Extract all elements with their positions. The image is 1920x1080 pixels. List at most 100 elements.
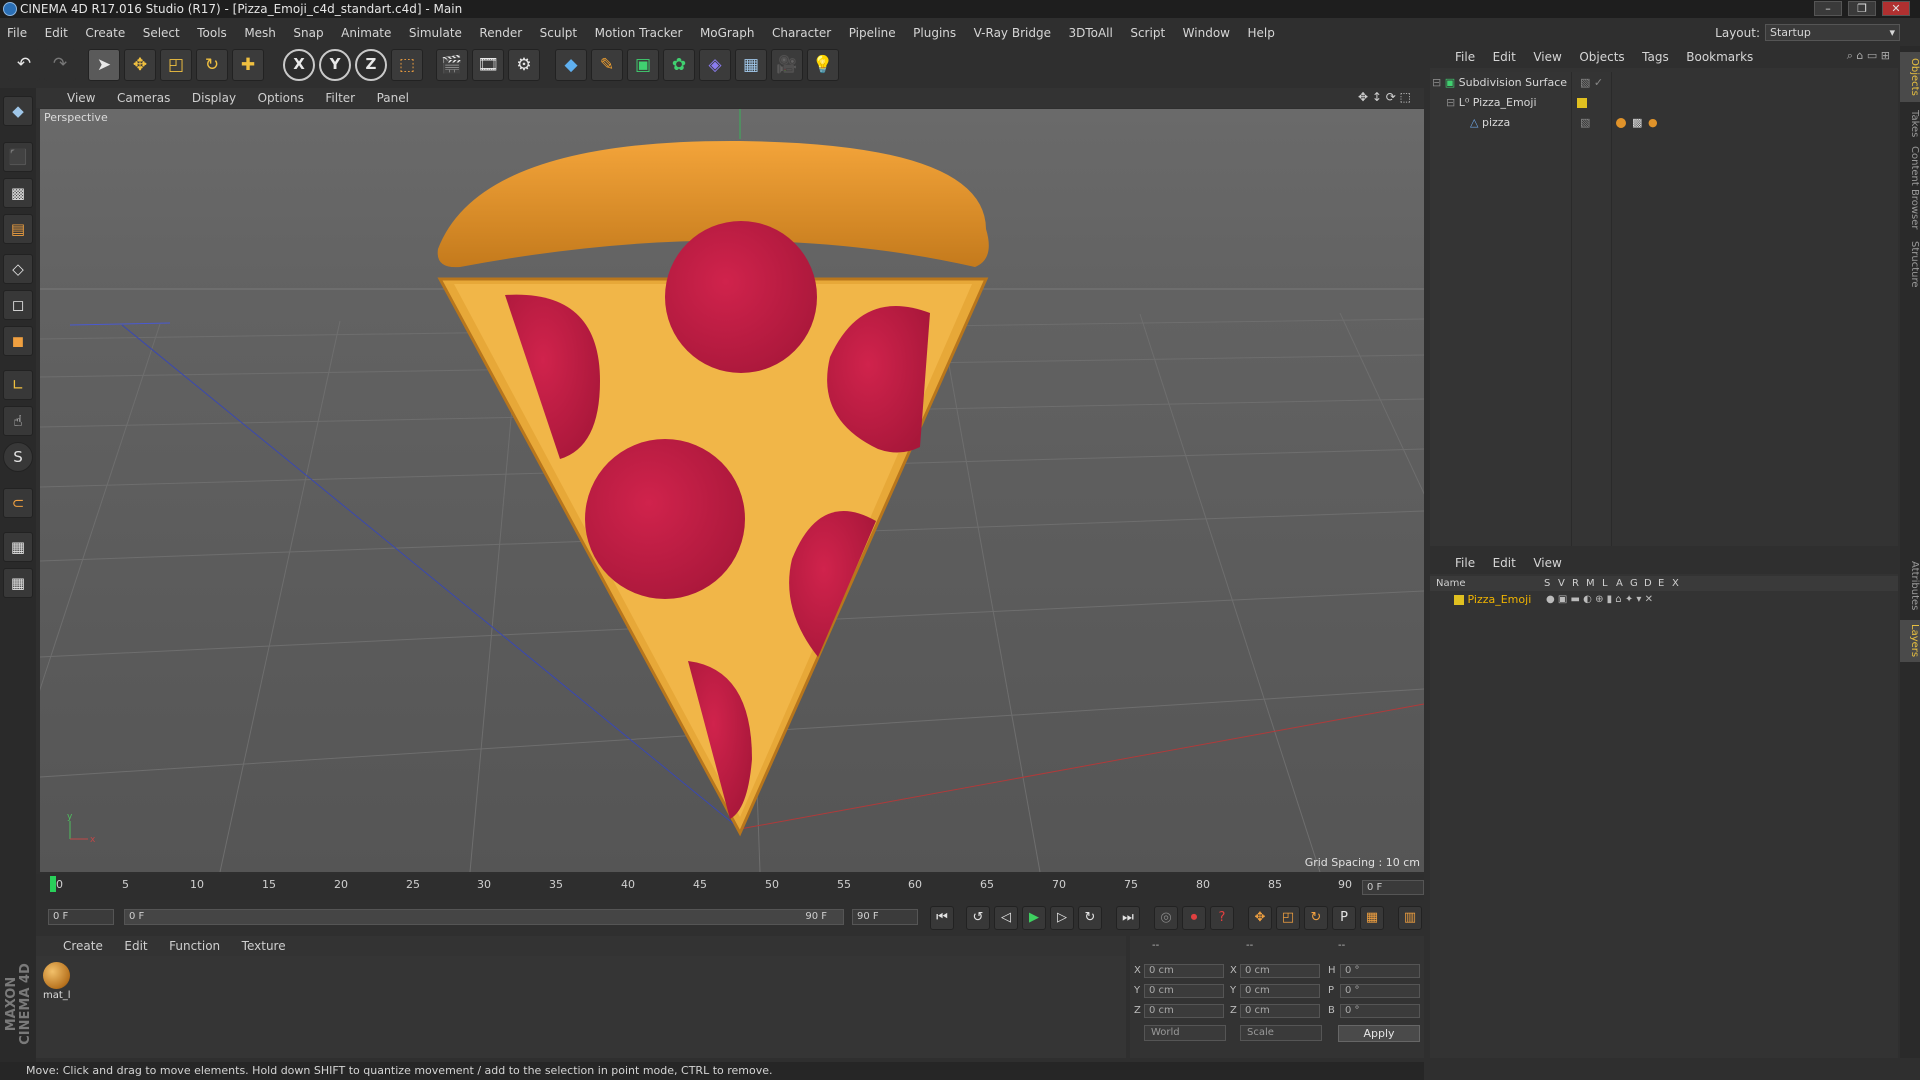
axis-y-icon[interactable]: Y [319, 49, 351, 81]
camera-icon[interactable]: 🎥 [771, 49, 803, 81]
transform-icon[interactable]: ✚ [232, 49, 264, 81]
layer-col-g[interactable]: G [1630, 576, 1638, 591]
menu-snap[interactable]: Snap [286, 22, 330, 44]
perspective-viewport[interactable]: y x [40, 109, 1424, 872]
menu-pipeline[interactable]: Pipeline [842, 22, 903, 44]
minimize-button[interactable]: – [1814, 1, 1842, 16]
render-view-icon[interactable]: 🎬 [436, 49, 468, 81]
edges-mode-icon[interactable]: ◻ [3, 290, 33, 320]
menu-script[interactable]: Script [1123, 22, 1172, 44]
magnet-icon[interactable]: ⊂ [3, 488, 33, 518]
viewport-menu-options[interactable]: Options [249, 88, 313, 108]
subdivision-icon[interactable]: ▣ [627, 49, 659, 81]
object-name[interactable]: Pizza_Emoji [1473, 96, 1537, 109]
menu-file[interactable]: File [0, 22, 34, 44]
model-mode-icon[interactable]: ⬛ [3, 142, 33, 172]
layers-menu-edit[interactable]: Edit [1486, 552, 1523, 574]
scale-icon[interactable]: ◰ [160, 49, 192, 81]
menu-animate[interactable]: Animate [334, 22, 398, 44]
material-menu-texture[interactable]: Texture [233, 936, 295, 956]
undo-icon[interactable]: ↶ [8, 49, 40, 81]
range-slider[interactable]: 0 F 90 F [124, 909, 844, 925]
menu-render[interactable]: Render [472, 22, 529, 44]
maximize-icon[interactable]: ⬚ [1400, 90, 1411, 104]
axis-x-icon[interactable]: X [283, 49, 315, 81]
material-tag-icon[interactable] [1616, 113, 1626, 132]
layer-row[interactable]: Pizza_Emoji ● ▣ ▬ ◐ ⊕ ▮ ⌂ ✦ ▾ ✕ [1432, 591, 1896, 608]
layers-menu-view[interactable]: View [1526, 552, 1568, 574]
tab-takes[interactable]: Takes [1900, 106, 1920, 142]
menu-simulate[interactable]: Simulate [402, 22, 469, 44]
current-frame-field[interactable]: 0 F [1362, 880, 1424, 895]
polygons-mode-icon[interactable]: ◼ [3, 326, 33, 356]
make-editable-icon[interactable]: ◆ [3, 96, 33, 126]
size-z-field[interactable]: 0 cm [1240, 1004, 1320, 1018]
rotate-icon[interactable]: ↻ [196, 49, 228, 81]
axis-mode-icon[interactable]: ∟ [3, 370, 33, 400]
viewport-menu-filter[interactable]: Filter [316, 88, 364, 108]
layer-col-x[interactable]: X [1672, 576, 1679, 591]
lock-workplane-icon[interactable]: ▦ [3, 532, 33, 562]
collapse-icon[interactable]: ⊟ [1432, 76, 1441, 89]
menu-window[interactable]: Window [1176, 22, 1237, 44]
redo-icon[interactable]: ↷ [44, 49, 76, 81]
axis-z-icon[interactable]: Z [355, 49, 387, 81]
coordinate-system-icon[interactable]: ⬚ [391, 49, 423, 81]
position-y-field[interactable]: 0 cm [1144, 984, 1224, 998]
menu-sculpt[interactable]: Sculpt [533, 22, 584, 44]
phong-tag-icon[interactable]: ● [1648, 113, 1658, 132]
objects-menu-tags[interactable]: Tags [1635, 46, 1676, 68]
material-menu-edit[interactable]: Edit [115, 936, 156, 956]
position-x-field[interactable]: 0 cm [1144, 964, 1224, 978]
snap-icon[interactable]: S [3, 442, 33, 472]
go-to-start-icon[interactable]: ⏮ [930, 906, 954, 930]
menu-vray-bridge[interactable]: V-Ray Bridge [967, 22, 1058, 44]
orbit-icon[interactable]: ⟳ [1386, 90, 1396, 104]
maximize-button[interactable]: ❐ [1848, 1, 1876, 16]
cube-icon[interactable]: ◆ [555, 49, 587, 81]
layer-col-s[interactable]: S [1544, 576, 1550, 591]
material-preview-ball[interactable] [43, 962, 70, 989]
light-icon[interactable]: 💡 [807, 49, 839, 81]
object-row[interactable]: △ pizza ▧ ▩ ● [1432, 113, 1896, 132]
layer-col-v[interactable]: V [1558, 576, 1565, 591]
layer-col-e[interactable]: E [1658, 576, 1664, 591]
visibility-dots-icon[interactable]: ▧ [1580, 113, 1590, 132]
mograph-cloner-icon[interactable]: ✿ [663, 49, 695, 81]
menu-3dtoall[interactable]: 3DToAll [1061, 22, 1119, 44]
planar-workplane-icon[interactable]: ▦ [3, 568, 33, 598]
menu-plugins[interactable]: Plugins [906, 22, 963, 44]
objects-menu-objects[interactable]: Objects [1572, 46, 1631, 68]
menu-mesh[interactable]: Mesh [237, 22, 283, 44]
object-name[interactable]: Subdivision Surface [1459, 76, 1567, 89]
menu-character[interactable]: Character [765, 22, 838, 44]
transform-mode-dropdown[interactable]: Scale [1240, 1025, 1322, 1041]
material-menu-create[interactable]: Create [54, 936, 112, 956]
previous-key-icon[interactable]: ↺ [966, 906, 990, 930]
coordinate-mode-dropdown[interactable]: World [1144, 1025, 1226, 1041]
layer-col-m[interactable]: M [1586, 576, 1595, 591]
objects-menu-edit[interactable]: Edit [1486, 46, 1523, 68]
end-frame-field[interactable]: 90 F [852, 909, 918, 925]
material-name[interactable]: mat_l [43, 990, 71, 1001]
layer-col-l[interactable]: L [1602, 576, 1608, 591]
viewport-menu-cameras[interactable]: Cameras [108, 88, 179, 108]
play-icon[interactable]: ▶ [1022, 906, 1046, 930]
layer-col-r[interactable]: R [1572, 576, 1579, 591]
menu-mograph[interactable]: MoGraph [693, 22, 762, 44]
go-to-end-icon[interactable]: ⏭ [1116, 906, 1140, 930]
timeline-ruler[interactable] [36, 874, 1424, 900]
select-arrow-icon[interactable]: ➤ [88, 49, 120, 81]
next-frame-icon[interactable]: ▷ [1050, 906, 1074, 930]
viewport-menu-panel[interactable]: Panel [368, 88, 418, 108]
texture-mode-icon[interactable]: ▩ [3, 178, 33, 208]
key-parameter-icon[interactable]: P [1332, 906, 1356, 930]
tab-layers[interactable]: Layers [1900, 620, 1920, 662]
menu-help[interactable]: Help [1240, 22, 1281, 44]
next-key-icon[interactable]: ↻ [1078, 906, 1102, 930]
search-icon[interactable]: ⌕ ⌂ ▭ ⊞ [1847, 49, 1890, 63]
move-icon[interactable]: ✥ [124, 49, 156, 81]
tab-objects[interactable]: Objects [1900, 52, 1920, 102]
record-keys-icon[interactable]: ◎ [1154, 906, 1178, 930]
previous-frame-icon[interactable]: ◁ [994, 906, 1018, 930]
